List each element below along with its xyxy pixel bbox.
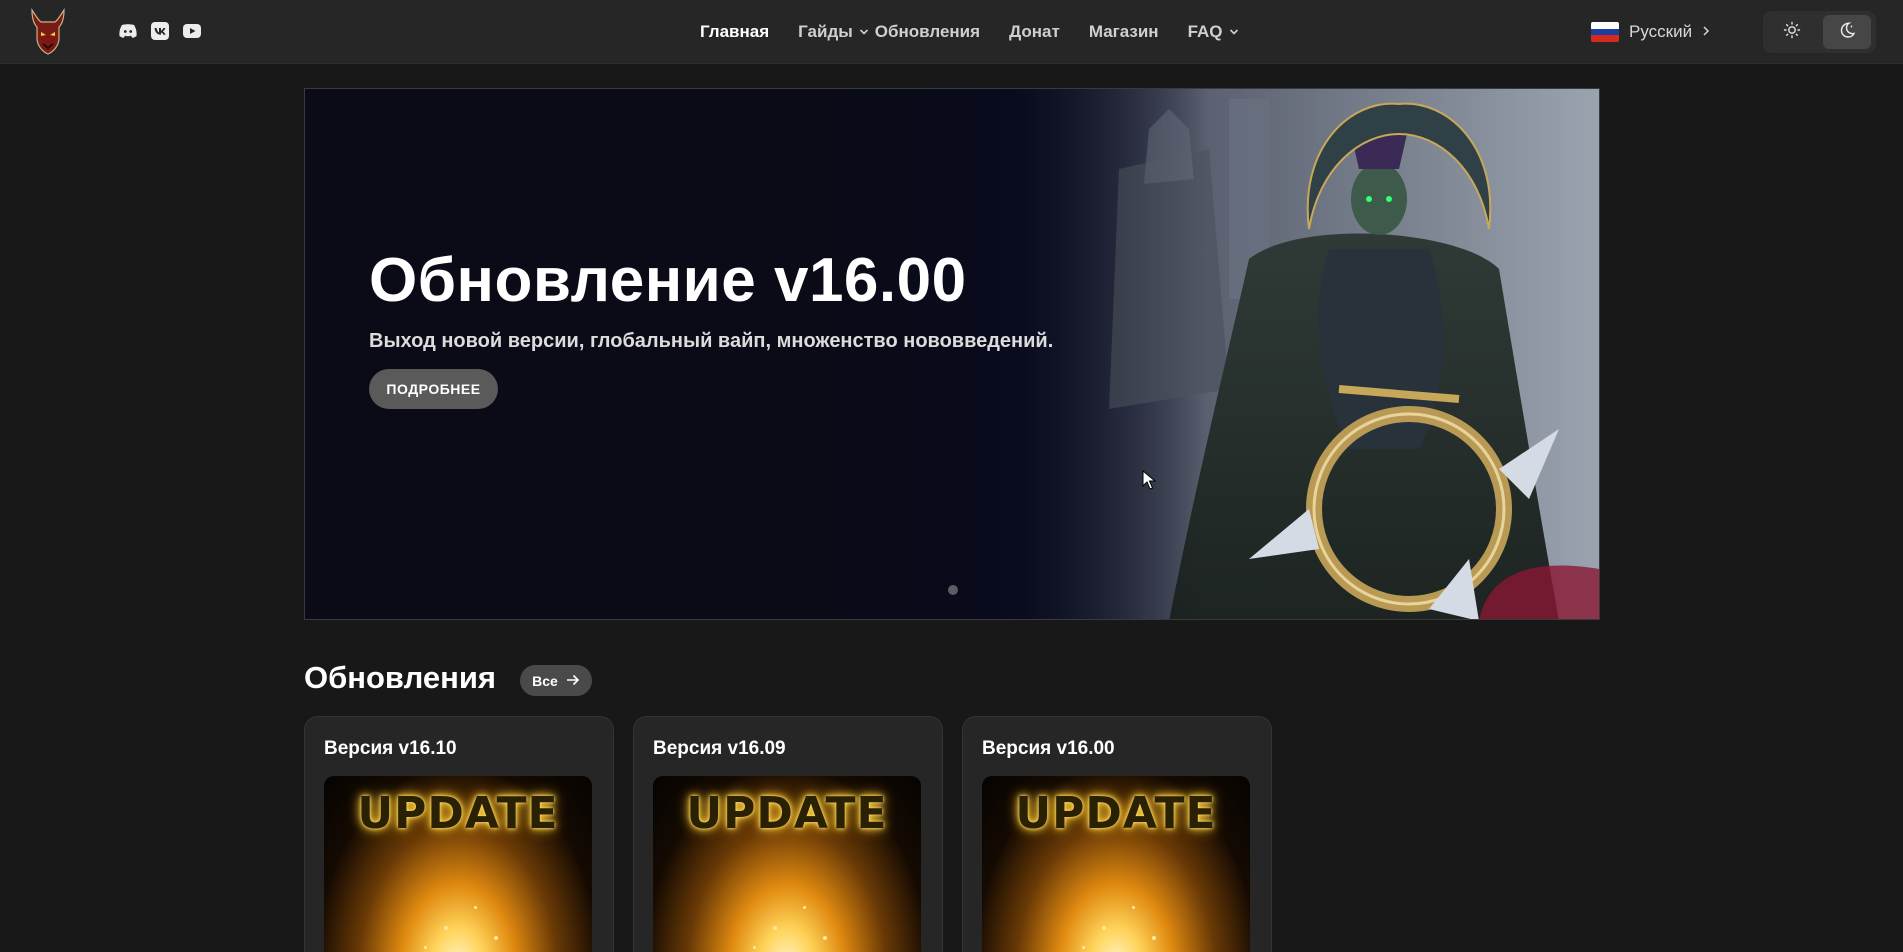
language-label: Русский bbox=[1629, 22, 1693, 41]
theme-switcher bbox=[1763, 11, 1876, 53]
nav-updates-label: Обновления bbox=[874, 22, 981, 41]
nav-donate-label: Донат bbox=[1009, 22, 1060, 41]
update-card[interactable]: Версия v16.10 UPDATE bbox=[304, 716, 614, 952]
update-card-image: UPDATE bbox=[653, 776, 921, 952]
youtube-icon[interactable] bbox=[183, 22, 201, 40]
update-image-text: UPDATE bbox=[686, 788, 888, 839]
hero-title: Обновление v16.00 bbox=[369, 246, 967, 315]
top-header: Главная Гайды Обновления Донат Магазин F… bbox=[0, 0, 1903, 64]
update-card-image: UPDATE bbox=[982, 776, 1250, 952]
chevron-down-icon bbox=[859, 27, 869, 37]
dark-theme-button[interactable] bbox=[1823, 15, 1871, 49]
nav-faq-label: FAQ bbox=[1187, 22, 1223, 41]
nav-guides-label: Гайды bbox=[798, 22, 853, 41]
nav-updates[interactable]: Обновления bbox=[875, 22, 980, 42]
chevron-down-icon bbox=[1229, 27, 1239, 37]
russia-flag-icon bbox=[1591, 22, 1619, 42]
updates-section-title: Обновления bbox=[304, 660, 496, 695]
hero-subtitle: Выход новой версии, глобальный вайп, мно… bbox=[369, 330, 1054, 352]
all-updates-button[interactable]: Все bbox=[520, 665, 592, 696]
hero-more-button[interactable]: ПОДРОБНЕЕ bbox=[369, 369, 498, 409]
sun-icon bbox=[1783, 21, 1801, 44]
nav-shop[interactable]: Магазин bbox=[1089, 22, 1159, 42]
all-updates-label: Все bbox=[532, 672, 558, 689]
update-image-text: UPDATE bbox=[1015, 788, 1217, 839]
social-links bbox=[119, 22, 201, 40]
hero-banner: Обновление v16.00 Выход новой версии, гл… bbox=[304, 88, 1600, 620]
mouse-cursor-icon bbox=[1142, 470, 1156, 490]
arrow-right-icon bbox=[566, 673, 580, 689]
nav-donate[interactable]: Донат bbox=[1009, 22, 1060, 42]
update-card-title: Версия v16.09 bbox=[653, 738, 786, 759]
language-selector[interactable]: Русский bbox=[1591, 20, 1710, 44]
nav-guides[interactable]: Гайды bbox=[798, 22, 869, 42]
update-card-image: UPDATE bbox=[324, 776, 592, 952]
update-card[interactable]: Версия v16.00 UPDATE bbox=[962, 716, 1272, 952]
light-theme-button[interactable] bbox=[1768, 15, 1816, 49]
nav-home[interactable]: Главная bbox=[700, 22, 769, 42]
hero-gradient-overlay bbox=[305, 89, 1205, 619]
nav-shop-label: Магазин bbox=[1088, 22, 1159, 41]
nav-home-label: Главная bbox=[700, 22, 770, 41]
update-card-title: Версия v16.00 bbox=[982, 738, 1115, 759]
update-image-text: UPDATE bbox=[357, 788, 559, 839]
discord-icon[interactable] bbox=[119, 22, 137, 40]
slider-dot[interactable] bbox=[948, 585, 958, 595]
update-card-title: Версия v16.10 bbox=[324, 738, 457, 759]
site-logo[interactable] bbox=[26, 6, 70, 56]
vk-icon[interactable] bbox=[151, 22, 169, 40]
moon-icon bbox=[1838, 21, 1856, 44]
chevron-right-icon bbox=[1702, 22, 1710, 42]
update-card[interactable]: Версия v16.09 UPDATE bbox=[633, 716, 943, 952]
nav-faq[interactable]: FAQ bbox=[1188, 22, 1239, 42]
main-nav: Главная Гайды Обновления Донат Магазин F… bbox=[700, 0, 1239, 64]
